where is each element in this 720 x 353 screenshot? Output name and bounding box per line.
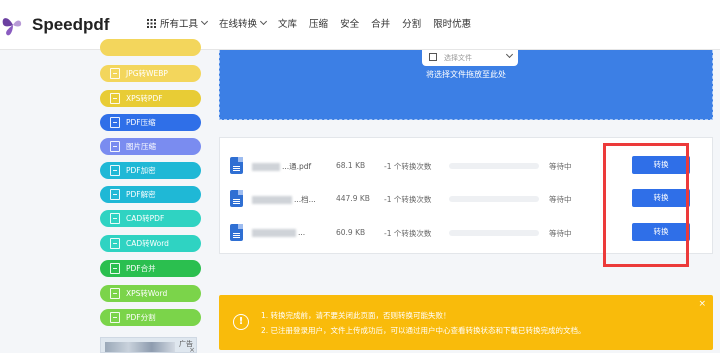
sidebar-item-image-compress[interactable]: 图片压缩 bbox=[100, 138, 201, 155]
document-icon bbox=[110, 238, 120, 249]
sidebar-item-label: JPG转WEBP bbox=[126, 69, 168, 78]
brand-name: Speedpdf bbox=[32, 15, 110, 34]
document-icon bbox=[110, 312, 120, 323]
document-icon bbox=[110, 93, 120, 104]
nav-online-convert[interactable]: 在线转换 bbox=[219, 16, 268, 30]
notice-line-2: 2. 已注册登录用户，文件上传成功后，可以通过用户中心查看转换状态和下载已转换完… bbox=[261, 326, 586, 335]
sidebar-item-label: XPS转Word bbox=[126, 289, 168, 298]
document-icon bbox=[110, 68, 120, 79]
blurred-text bbox=[252, 163, 280, 171]
sidebar-item-label: XPS转PDF bbox=[126, 94, 163, 103]
conversion-count: -1 个转换次数 bbox=[384, 195, 432, 204]
highlight-annotation bbox=[603, 143, 689, 267]
file-status: 等待中 bbox=[549, 229, 572, 238]
grid-icon bbox=[147, 18, 156, 28]
file-name: ...通.pdf bbox=[252, 161, 311, 172]
progress-bar bbox=[449, 196, 539, 202]
tool-sidebar: JPG转WEBP XPS转PDF PDF压缩 图片压缩 PDF加密 PDF解密 … bbox=[100, 39, 202, 353]
word-file-icon bbox=[230, 190, 243, 207]
document-icon bbox=[110, 117, 120, 128]
progress-bar bbox=[449, 163, 539, 169]
sidebar-item-cad-to-pdf[interactable]: CAD转PDF bbox=[100, 210, 201, 227]
word-file-icon bbox=[230, 157, 243, 174]
sidebar-item-label: 图片压缩 bbox=[126, 142, 156, 151]
sidebar-item-xps-to-word[interactable]: XPS转Word bbox=[100, 285, 201, 302]
document-icon bbox=[110, 288, 120, 299]
sidebar-item-label: CAD转Word bbox=[126, 239, 169, 248]
chevron-down-icon bbox=[200, 17, 209, 26]
sidebar-item-pdf-split[interactable]: PDF分割 bbox=[100, 309, 201, 326]
blurred-text bbox=[252, 229, 296, 237]
drop-hint: 将选择文件拖放至此处 bbox=[426, 70, 506, 79]
nav-library-label: 文库 bbox=[278, 19, 298, 30]
butterfly-logo-icon bbox=[2, 18, 22, 36]
sidebar-item-pdf-encrypt[interactable]: PDF加密 bbox=[100, 162, 201, 179]
nav-security[interactable]: 安全 bbox=[340, 16, 359, 30]
nav-compress[interactable]: 压缩 bbox=[309, 16, 328, 30]
file-size: 60.9 KB bbox=[336, 228, 366, 237]
document-icon bbox=[110, 165, 120, 176]
close-icon[interactable]: × bbox=[189, 346, 195, 352]
sidebar-item-pdf-merge[interactable]: PDF合并 bbox=[100, 260, 201, 277]
sidebar-item-label: PDF压缩 bbox=[126, 118, 156, 127]
upload-dropzone[interactable]: 选择文件 将选择文件拖放至此处 bbox=[219, 50, 713, 120]
notice-line-1: 1. 转换完成前，请不要关闭此页面，否则转换可能失败！ bbox=[261, 311, 451, 320]
nav-promo-label: 限时优惠 bbox=[433, 19, 472, 30]
nav-library[interactable]: 文库 bbox=[278, 16, 297, 30]
file-size: 447.9 KB bbox=[336, 194, 370, 203]
file-add-icon bbox=[429, 53, 437, 61]
sidebar-item-jpg-to-webp[interactable]: JPG转WEBP bbox=[100, 65, 201, 82]
sidebar-item-pdf-decrypt[interactable]: PDF解密 bbox=[100, 186, 201, 203]
select-file-label: 选择文件 bbox=[444, 54, 472, 62]
app-root: Speedpdf 所有工具 在线转换 文库 压缩 安全 合并 分割 限时优惠 J… bbox=[0, 0, 720, 353]
nav-merge[interactable]: 合并 bbox=[371, 16, 390, 30]
nav-online-convert-label: 在线转换 bbox=[219, 19, 258, 30]
close-icon[interactable]: × bbox=[698, 299, 706, 309]
sidebar-item-label: PDF合并 bbox=[126, 264, 156, 273]
blurred-text bbox=[252, 196, 292, 204]
select-file-button[interactable]: 选择文件 bbox=[422, 50, 518, 66]
nav-merge-label: 合并 bbox=[371, 19, 391, 30]
conversion-count: -1 个转换次数 bbox=[384, 229, 432, 238]
sidebar-item-label: PDF分割 bbox=[126, 313, 156, 322]
nav-split-label: 分割 bbox=[402, 19, 422, 30]
sidebar-item-partial[interactable] bbox=[100, 39, 201, 56]
nav-split[interactable]: 分割 bbox=[402, 16, 421, 30]
document-icon bbox=[110, 213, 120, 224]
chevron-down-icon bbox=[505, 50, 514, 59]
sidebar-item-label: PDF解密 bbox=[126, 190, 156, 199]
word-file-icon bbox=[230, 224, 243, 241]
sidebar-item-cad-to-word[interactable]: CAD转Word bbox=[100, 235, 201, 252]
document-icon bbox=[110, 189, 120, 200]
file-name: ... bbox=[252, 228, 305, 237]
nav-all-tools-label: 所有工具 bbox=[160, 19, 199, 30]
progress-bar bbox=[449, 230, 539, 236]
document-icon bbox=[110, 263, 120, 274]
main-nav: 所有工具 在线转换 文库 压缩 安全 合并 分割 限时优惠 bbox=[147, 16, 483, 30]
nav-security-label: 安全 bbox=[340, 19, 360, 30]
document-icon bbox=[110, 141, 120, 152]
sidebar-item-label: CAD转PDF bbox=[126, 214, 165, 223]
nav-compress-label: 压缩 bbox=[309, 19, 329, 30]
file-name: ...档... bbox=[252, 194, 316, 205]
file-status: 等待中 bbox=[549, 195, 572, 204]
nav-all-tools[interactable]: 所有工具 bbox=[147, 16, 209, 30]
notice-banner: ! 1. 转换完成前，请不要关闭此页面，否则转换可能失败！ 2. 已注册登录用户… bbox=[219, 295, 713, 350]
nav-promo[interactable]: 限时优惠 bbox=[433, 16, 471, 30]
chevron-down-icon bbox=[259, 17, 268, 26]
sidebar-item-label: PDF加密 bbox=[126, 166, 156, 175]
file-status: 等待中 bbox=[549, 162, 572, 171]
sidebar-item-xps-to-pdf[interactable]: XPS转PDF bbox=[100, 90, 201, 107]
conversion-count: -1 个转换次数 bbox=[384, 162, 432, 171]
brand-logo[interactable]: Speedpdf bbox=[0, 10, 109, 40]
ad-image bbox=[105, 342, 175, 352]
sidebar-item-pdf-compress[interactable]: PDF压缩 bbox=[100, 114, 201, 131]
file-size: 68.1 KB bbox=[336, 161, 366, 170]
info-icon: ! bbox=[233, 314, 249, 330]
sidebar-ad[interactable]: 广告 × bbox=[100, 337, 197, 353]
